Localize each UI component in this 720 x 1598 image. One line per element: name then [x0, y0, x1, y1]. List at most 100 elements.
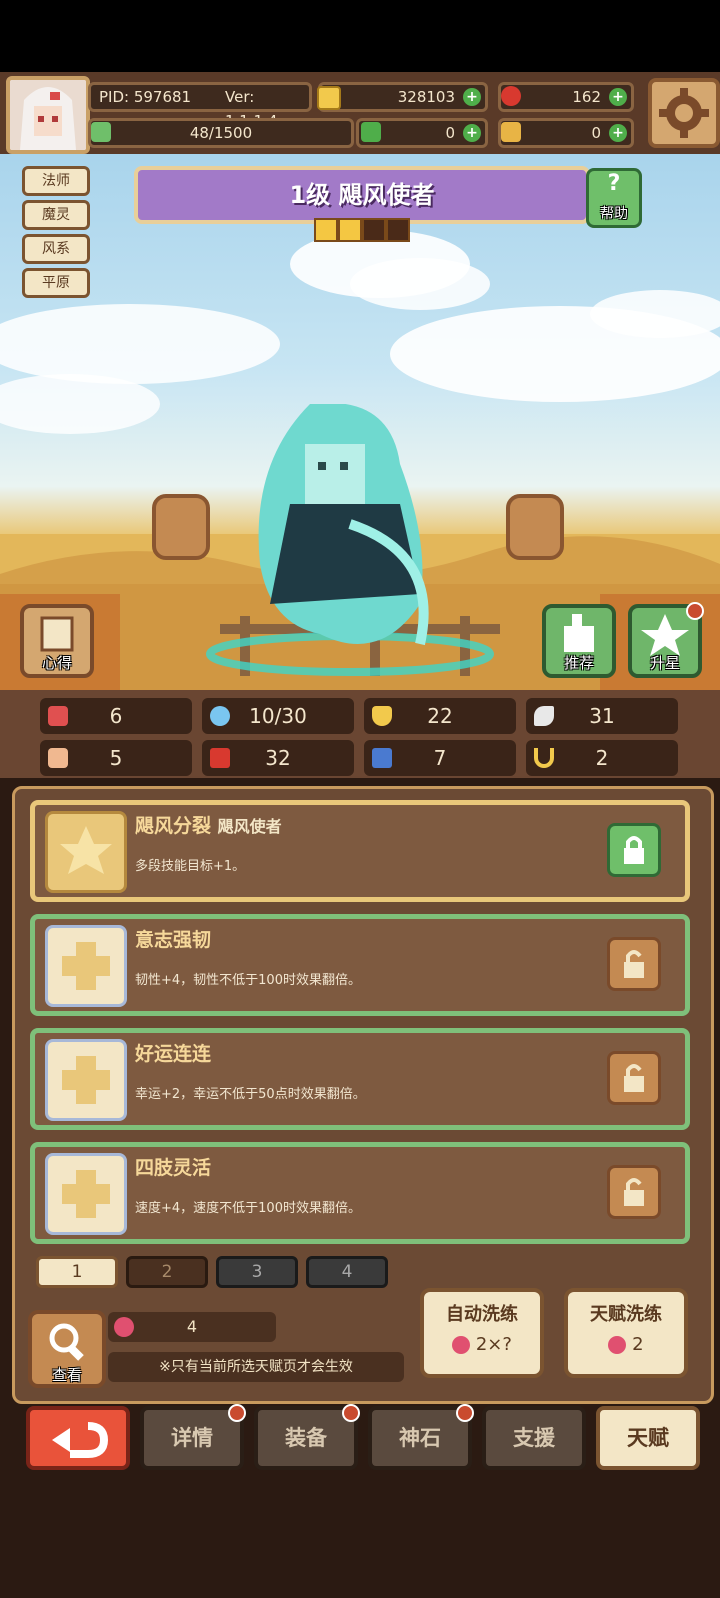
lock-closed-icon — [624, 836, 644, 864]
clover-icon — [361, 122, 381, 142]
nav-equipment[interactable]: 装备 — [254, 1404, 360, 1470]
talent-cross-icon — [45, 1039, 127, 1121]
talent-desc: 多段技能目标+1。 — [135, 859, 246, 874]
gold-coin-icon — [317, 86, 341, 110]
star-up-label: 升星 — [649, 654, 680, 672]
talent-title: 好运连连 — [135, 1043, 212, 1065]
magnifier-icon — [49, 1323, 84, 1361]
auto-refine-cost: 2×? — [475, 1334, 512, 1355]
nav-support[interactable]: 支援 — [482, 1406, 586, 1470]
star-empty-icon — [362, 218, 386, 242]
nav-label: 天赋 — [627, 1426, 669, 1450]
nav-label: 详情 — [171, 1426, 213, 1450]
talent-title: 四肢灵活 — [135, 1157, 212, 1179]
question-icon: ? — [607, 171, 621, 196]
star-filled-icon — [338, 218, 362, 242]
gem-box: 162 + — [498, 82, 634, 112]
star-rating — [314, 218, 410, 242]
page-tab-3[interactable]: 3 — [216, 1256, 298, 1288]
talent-cross-icon — [45, 1153, 127, 1235]
lock-open-icon — [624, 1064, 644, 1092]
stat-luck: 2 — [526, 740, 678, 776]
add-clover-button[interactable]: + — [463, 124, 481, 142]
terrain-tag-plain: 平原 — [22, 268, 90, 298]
talent-card[interactable]: 飓风分裂 飓风使者 多段技能目标+1。 — [30, 800, 690, 902]
stat-hp: 6 — [40, 698, 192, 734]
clover-value: 0 — [445, 124, 455, 142]
view-button[interactable]: 查看 — [28, 1310, 106, 1388]
talent-title: 意志强韧 — [135, 929, 212, 951]
star-filled-icon — [314, 218, 338, 242]
avatar-portrait-icon — [10, 80, 86, 150]
talent-subtitle: 飓风使者 — [217, 817, 282, 836]
back-button[interactable] — [26, 1406, 130, 1470]
class-tag-mage: 法师 — [22, 166, 90, 196]
lock-button[interactable] — [607, 1165, 661, 1219]
stat-value: 2 — [595, 746, 609, 770]
view-label: 查看 — [51, 1366, 82, 1384]
auto-refine-button[interactable]: 自动洗练 2×? — [420, 1288, 544, 1378]
stat-attack: 5 — [40, 740, 192, 776]
lock-button[interactable] — [607, 937, 661, 991]
stat-defense: 22 — [364, 698, 516, 734]
nav-label: 神石 — [399, 1426, 441, 1450]
stat-value: 6 — [109, 704, 123, 728]
talent-card[interactable]: 好运连连 幸运+2，幸运不低于50点时效果翻倍。 — [30, 1028, 690, 1130]
lock-open-icon — [624, 1178, 644, 1206]
page-tab-2[interactable]: 2 — [126, 1256, 208, 1288]
clover-box: 0 + — [356, 118, 488, 148]
add-bell-button[interactable]: + — [609, 124, 627, 142]
talent-refine-label: 天赋洗练 — [590, 1304, 662, 1325]
talent-title: 飓风分裂 飓风使者 — [135, 815, 282, 837]
lock-button[interactable] — [607, 1051, 661, 1105]
star-empty-icon — [386, 218, 410, 242]
gem-value: 162 — [572, 88, 601, 106]
apple-icon — [452, 1336, 471, 1354]
prev-hero-arrow[interactable] — [152, 494, 210, 560]
add-gold-button[interactable]: + — [463, 88, 481, 106]
talent-card[interactable]: 意志强韧 韧性+4，韧性不低于100时效果翻倍。 — [30, 914, 690, 1016]
bell-icon — [501, 122, 521, 142]
player-avatar[interactable] — [6, 76, 90, 154]
talent-cross-icon — [45, 925, 127, 1007]
stat-value: 32 — [265, 746, 291, 770]
status-bar — [0, 0, 720, 72]
nav-godstone[interactable]: 神石 — [368, 1404, 474, 1470]
insight-label: 心得 — [41, 654, 72, 672]
notification-dot — [342, 1404, 360, 1422]
talent-refine-cost: 2 — [632, 1334, 644, 1355]
notification-dot — [686, 602, 704, 620]
nav-label: 支援 — [513, 1426, 555, 1450]
stat-magic: 32 — [202, 740, 354, 776]
help-button[interactable]: ? 帮助 — [586, 168, 642, 228]
apple-icon — [608, 1336, 627, 1354]
notification-dot — [456, 1404, 474, 1422]
page-tab-4[interactable]: 4 — [306, 1256, 388, 1288]
lock-button[interactable] — [607, 823, 661, 877]
nav-details[interactable]: 详情 — [140, 1404, 246, 1470]
apple-count: 4 — [186, 1317, 198, 1336]
insight-button[interactable]: 心得 — [20, 604, 94, 678]
stat-value: 7 — [433, 746, 447, 770]
bell-box: 0 + — [498, 118, 634, 148]
talent-desc: 韧性+4，韧性不低于100时效果翻倍。 — [135, 973, 361, 988]
talent-refine-button[interactable]: 天赋洗练 2 — [564, 1288, 688, 1378]
next-hero-arrow[interactable] — [506, 494, 564, 560]
talent-star-icon — [45, 811, 127, 893]
add-gem-button[interactable]: + — [609, 88, 627, 106]
ruby-icon — [501, 86, 521, 106]
stat-speed: 7 — [364, 740, 516, 776]
settings-button[interactable] — [648, 78, 720, 148]
recommend-button[interactable]: 推荐 — [542, 604, 616, 678]
gold-box: 328103 + — [317, 82, 488, 112]
talent-card[interactable]: 四肢灵活 速度+4，速度不低于100时效果翻倍。 — [30, 1142, 690, 1244]
exp-box: 48/1500 — [88, 118, 354, 148]
return-arrow-icon — [52, 1422, 109, 1458]
star-up-button[interactable]: 升星 — [628, 602, 704, 678]
page-tab-1[interactable]: 1 — [36, 1256, 118, 1288]
bottom-spacer — [0, 1470, 720, 1598]
nav-talent[interactable]: 天赋 — [596, 1406, 700, 1470]
race-tag-spirit: 魔灵 — [22, 200, 90, 230]
exp-value: 48/1500 — [189, 124, 253, 142]
stat-value: 5 — [109, 746, 123, 770]
